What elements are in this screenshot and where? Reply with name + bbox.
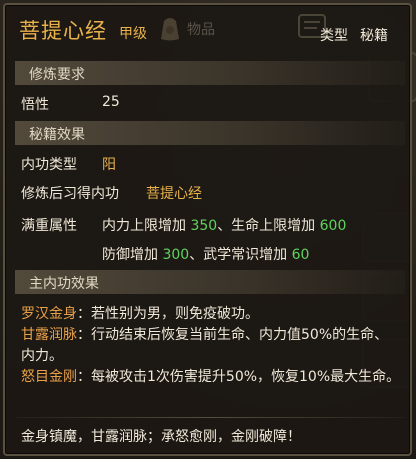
bag-icon bbox=[161, 18, 179, 41]
background-tab-label: 物品 bbox=[187, 22, 215, 38]
skill-effect-0: 罗汉金身：若性别为男，则免疫破功。 bbox=[21, 304, 401, 325]
max-key: 满重属性 bbox=[21, 218, 77, 234]
section-internal-header: 主内功效果 bbox=[15, 270, 405, 294]
internal-type-value: 阳 bbox=[102, 157, 116, 173]
skill-name: 怒目金刚 bbox=[21, 369, 77, 385]
requirement-value: 25 bbox=[102, 94, 120, 110]
skill-desc: ：每被攻击1次伤害提升50%，恢复10%最大生命。 bbox=[77, 369, 401, 385]
attribute-label: 内力上限增加 bbox=[102, 218, 191, 234]
skill-desc: ：行动结束后恢复当前生命、内力值50%的生命、内力。 bbox=[21, 327, 389, 364]
divider bbox=[15, 417, 405, 418]
internal-type-key: 内功类型 bbox=[21, 157, 77, 173]
skill-effect-1: 甘露润脉：行动结束后恢复当前生命、内力值50%的生命、内力。 bbox=[21, 325, 401, 367]
attribute-value: 600 bbox=[319, 218, 347, 234]
flavor-text: 金身镇魔，甘露润脉；承怒愈刚，金刚破障！ bbox=[21, 429, 301, 445]
item-type-value: 秘籍 bbox=[360, 28, 388, 44]
item-tooltip: 物品 菩提心经 甲级 类型 秘籍 修炼要求 悟性 25 秘籍效果 内功类型 阳 … bbox=[3, 3, 412, 456]
max-attribute-line: 内力上限增加 350、生命上限增加 600 bbox=[102, 215, 346, 235]
requirement-key: 悟性 bbox=[21, 97, 49, 113]
attribute-value: 60 bbox=[291, 247, 310, 263]
item-type-label: 类型 bbox=[320, 28, 348, 44]
attribute-label: 、生命上限增加 bbox=[217, 218, 320, 234]
attribute-value: 350 bbox=[190, 218, 218, 234]
section-requirement-label: 修炼要求 bbox=[29, 67, 85, 83]
item-title: 菩提心经 bbox=[19, 19, 107, 43]
attribute-value: 300 bbox=[162, 247, 190, 263]
section-internal-label: 主内功效果 bbox=[29, 276, 99, 292]
section-effect-label: 秘籍效果 bbox=[29, 127, 85, 143]
skill-name: 罗汉金身 bbox=[21, 306, 77, 322]
skill-desc: ：若性别为男，则免疫破功。 bbox=[77, 306, 259, 322]
learn-value: 菩提心经 bbox=[146, 186, 202, 202]
attribute-label: 、武学常识增加 bbox=[189, 247, 292, 263]
tooltip-header: 物品 菩提心经 甲级 类型 秘籍 bbox=[5, 5, 410, 49]
item-grade: 甲级 bbox=[119, 26, 147, 42]
skill-name: 甘露润脉 bbox=[21, 327, 77, 343]
skill-effect-2: 怒目金刚：每被攻击1次伤害提升50%，恢复10%最大生命。 bbox=[21, 367, 401, 388]
attribute-label: 防御增加 bbox=[102, 247, 163, 263]
section-requirement-header: 修炼要求 bbox=[15, 61, 405, 85]
learn-key: 修炼后习得内功 bbox=[21, 186, 119, 202]
max-attribute-line: 防御增加 300、武学常识增加 60 bbox=[102, 244, 309, 264]
section-effect-header: 秘籍效果 bbox=[15, 121, 405, 145]
